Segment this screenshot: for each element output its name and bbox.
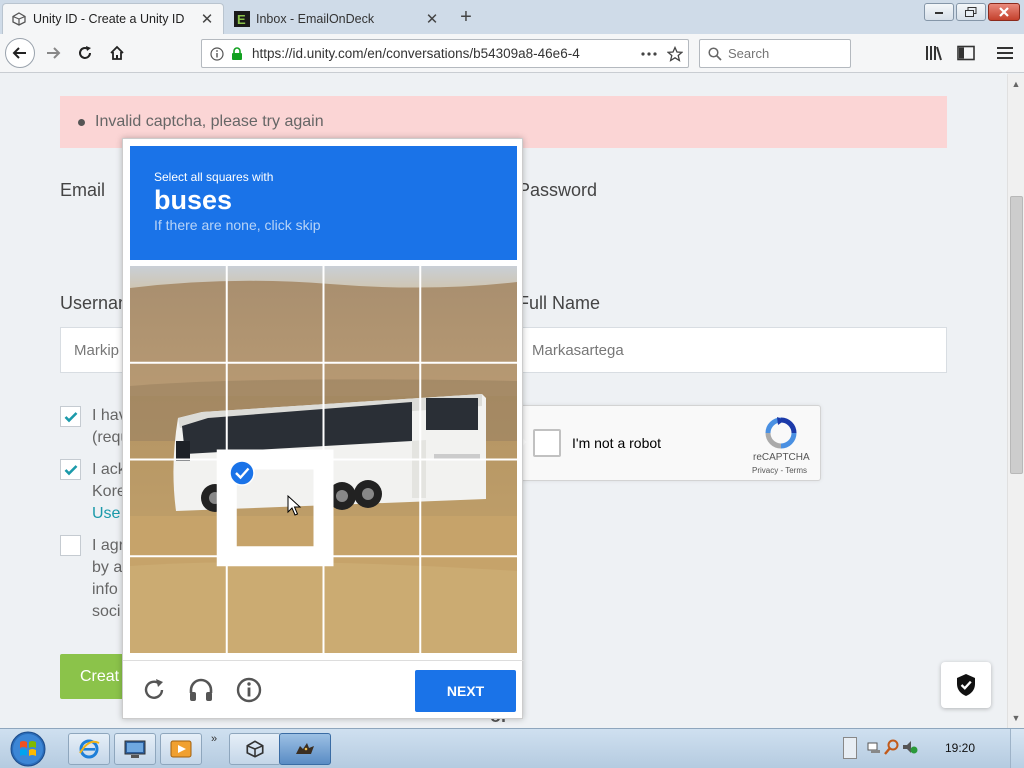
- audio-icon[interactable]: [187, 676, 215, 704]
- acknowledge-text-line: I ack: [92, 461, 126, 478]
- tab-emailondeck[interactable]: E Inbox - EmailOnDeck ✕: [226, 3, 448, 34]
- recaptcha-badge-button[interactable]: [941, 662, 991, 708]
- next-button[interactable]: NEXT: [415, 670, 516, 712]
- captcha-instruction: Select all squares with: [154, 170, 274, 184]
- show-hidden-icons-button[interactable]: [843, 737, 857, 759]
- acknowledge-checkbox[interactable]: [60, 459, 81, 480]
- info-icon[interactable]: [235, 676, 263, 704]
- recaptcha-label: I'm not a robot: [572, 435, 662, 451]
- library-icon[interactable]: [923, 42, 945, 64]
- menu-icon[interactable]: [994, 42, 1016, 64]
- captcha-challenge: Select all squares with buses If there a…: [122, 138, 524, 720]
- alert-bullet: [78, 118, 85, 126]
- computer-icon[interactable]: [114, 733, 156, 765]
- recaptcha-widget: I'm not a robot reCAPTCHA Privacy - Term…: [518, 405, 821, 481]
- unity-icon: [11, 11, 27, 27]
- terms-checkbox[interactable]: [60, 406, 81, 427]
- scroll-thumb[interactable]: [1010, 196, 1023, 474]
- ie-icon[interactable]: [68, 733, 110, 765]
- terms-link[interactable]: Terms: [785, 466, 807, 475]
- marketing-checkbox[interactable]: [60, 535, 81, 556]
- marketing-text-line: I agr: [92, 537, 125, 554]
- recaptcha-checkbox[interactable]: [533, 429, 561, 457]
- next-button-label: NEXT: [446, 683, 485, 699]
- window-controls: [924, 3, 1020, 21]
- marketing-text-line: by a: [92, 559, 123, 576]
- create-button-label: Creat: [80, 667, 120, 685]
- svg-text:E: E: [237, 12, 246, 27]
- lock-icon: [228, 45, 246, 63]
- minimize-button[interactable]: [924, 3, 954, 21]
- close-window-button[interactable]: [988, 3, 1020, 21]
- username-value: Markip: [74, 341, 120, 359]
- system-tray: [866, 738, 918, 756]
- search-bar[interactable]: [699, 39, 851, 68]
- home-button[interactable]: [103, 39, 131, 67]
- reload-icon[interactable]: [140, 676, 168, 704]
- captcha-hint: If there are none, click skip: [154, 217, 321, 233]
- start-button[interactable]: [4, 730, 52, 768]
- network-icon[interactable]: [866, 738, 882, 756]
- checkmark-icon: [64, 464, 77, 475]
- captcha-bus-image: [130, 266, 517, 653]
- fullname-label: Full Name: [518, 293, 601, 313]
- url-bar[interactable]: https://id.unity.com/en/conversations/b5…: [201, 39, 689, 68]
- fullname-value: Markasartega: [532, 341, 624, 359]
- bookmark-star-icon[interactable]: [662, 41, 688, 67]
- unity-app-icon[interactable]: [229, 733, 281, 765]
- volume-icon[interactable]: [902, 738, 918, 756]
- tab-strip: Unity ID - Create a Unity ID ✕ E Inbox -…: [0, 0, 1024, 34]
- close-icon[interactable]: ✕: [199, 11, 215, 28]
- tab-title: Unity ID - Create a Unity ID: [33, 12, 185, 26]
- page-actions-icon[interactable]: [636, 41, 662, 67]
- recaptcha-terms: Privacy - Terms: [752, 466, 807, 475]
- close-icon[interactable]: ✕: [424, 11, 440, 28]
- back-button[interactable]: [5, 38, 35, 68]
- forward-button[interactable]: [39, 39, 67, 67]
- password-label: Password: [518, 180, 598, 200]
- reload-button[interactable]: [71, 39, 99, 67]
- page-content: Invalid captcha, please try again Email …: [0, 74, 1007, 728]
- recaptcha-logo-icon: [764, 416, 798, 450]
- marketing-text-line: soci: [92, 603, 121, 620]
- search-input[interactable]: [728, 46, 838, 61]
- fullname-field[interactable]: Markasartega: [518, 327, 947, 373]
- search-tool-icon[interactable]: [884, 738, 900, 756]
- media-player-icon[interactable]: [160, 733, 202, 765]
- search-icon: [708, 46, 722, 61]
- new-tab-button[interactable]: +: [455, 6, 477, 28]
- taskbar: » 19:20: [0, 728, 1024, 768]
- tab-unity-id[interactable]: Unity ID - Create a Unity ID ✕: [2, 3, 224, 34]
- sidebar-icon[interactable]: [955, 42, 977, 64]
- url-text[interactable]: https://id.unity.com/en/conversations/b5…: [252, 46, 636, 61]
- scroll-down-icon[interactable]: ▼: [1008, 710, 1024, 726]
- shield-check-icon: [957, 674, 975, 696]
- windows-logo-icon: [10, 731, 46, 767]
- privacy-link[interactable]: Privacy: [752, 466, 778, 475]
- recaptcha-brand: reCAPTCHA: [753, 452, 810, 463]
- navigation-bar: https://id.unity.com/en/conversations/b5…: [0, 34, 1024, 73]
- emailondeck-icon: E: [234, 10, 250, 27]
- captcha-footer: NEXT: [123, 660, 524, 720]
- page-scrollbar[interactable]: ▲ ▼: [1007, 74, 1024, 728]
- email-label: Email: [60, 180, 106, 200]
- scroll-up-icon[interactable]: ▲: [1008, 76, 1024, 92]
- system-clock[interactable]: 19:20: [945, 741, 975, 755]
- show-desktop-button[interactable]: [1010, 729, 1024, 768]
- captcha-image-grid: [130, 266, 517, 653]
- restore-button[interactable]: [956, 3, 986, 21]
- chevron-right-icon[interactable]: »: [211, 733, 217, 745]
- acknowledge-text-line: Kore: [92, 483, 126, 500]
- tab-title: Inbox - EmailOnDeck: [256, 11, 375, 26]
- checkmark-icon: [64, 411, 77, 422]
- captcha-target: buses: [154, 185, 233, 215]
- captcha-header: Select all squares with buses If there a…: [130, 146, 517, 260]
- wolf-app-icon[interactable]: [279, 733, 331, 765]
- marketing-text-line: info: [92, 581, 118, 598]
- info-icon[interactable]: [208, 45, 226, 63]
- terms-link[interactable]: Use: [92, 503, 120, 525]
- alert-text: Invalid captcha, please try again: [95, 113, 324, 130]
